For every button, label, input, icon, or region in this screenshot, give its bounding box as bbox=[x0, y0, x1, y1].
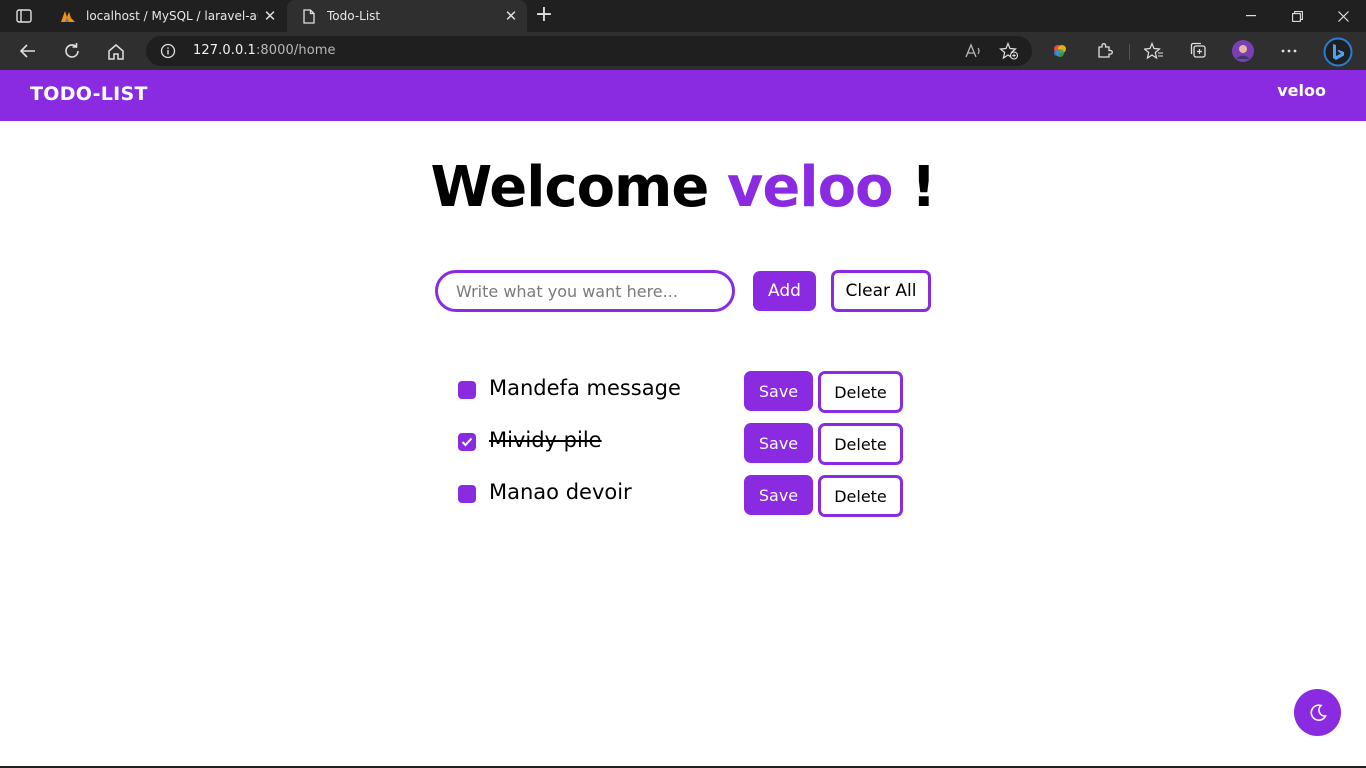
app-header: TODO-LIST veloo bbox=[0, 70, 1366, 121]
restore-icon[interactable] bbox=[1274, 0, 1320, 32]
brand-logo[interactable]: TODO-LIST bbox=[30, 83, 148, 105]
refresh-icon[interactable] bbox=[57, 37, 87, 65]
todo-input[interactable] bbox=[435, 270, 735, 312]
welcome-username: veloo bbox=[726, 155, 894, 220]
todo-text[interactable]: Mandefa message bbox=[489, 376, 681, 400]
todo-checkbox-checked[interactable] bbox=[458, 433, 476, 451]
tab-title: localhost / MySQL / laravel-auth bbox=[86, 9, 258, 23]
welcome-prefix: Welcome bbox=[430, 155, 709, 220]
user-name[interactable]: veloo bbox=[1277, 81, 1326, 100]
clear-all-button[interactable]: Clear All bbox=[831, 270, 931, 312]
close-window-icon[interactable] bbox=[1320, 0, 1366, 32]
tab-todo-list[interactable]: Todo-List ✕ bbox=[287, 0, 527, 32]
collections-icon[interactable] bbox=[1187, 40, 1209, 62]
todo-checkbox[interactable] bbox=[458, 485, 476, 503]
save-button[interactable]: Save bbox=[744, 423, 813, 463]
todo-item: Mividy pile Save Delete bbox=[458, 421, 908, 465]
save-button[interactable]: Save bbox=[744, 475, 813, 515]
todo-text[interactable]: Manao devoir bbox=[489, 480, 632, 504]
add-favorite-icon[interactable] bbox=[999, 42, 1019, 60]
new-tab-icon[interactable]: + bbox=[532, 4, 556, 28]
welcome-suffix: ! bbox=[911, 155, 937, 220]
todo-item: Mandefa message Save Delete bbox=[458, 369, 908, 413]
extensions-icon[interactable] bbox=[1094, 40, 1116, 62]
toolbar-separator bbox=[1129, 44, 1130, 60]
tab-title: Todo-List bbox=[327, 9, 381, 23]
add-button[interactable]: Add bbox=[753, 271, 816, 311]
welcome-heading: Welcome veloo ! bbox=[0, 155, 1366, 220]
close-tab-icon[interactable]: ✕ bbox=[258, 4, 282, 28]
home-icon[interactable] bbox=[101, 37, 131, 65]
bing-copilot-icon[interactable] bbox=[1322, 36, 1354, 68]
extension-colorful-icon[interactable] bbox=[1049, 40, 1071, 62]
tab-actions-icon[interactable] bbox=[10, 5, 38, 27]
back-icon[interactable] bbox=[13, 37, 43, 65]
phpmyadmin-icon bbox=[60, 8, 76, 24]
moon-icon bbox=[1309, 703, 1327, 721]
delete-button[interactable]: Delete bbox=[818, 423, 903, 465]
todo-text[interactable]: Mividy pile bbox=[489, 428, 602, 452]
todo-checkbox[interactable] bbox=[458, 381, 476, 399]
page-icon bbox=[301, 8, 317, 24]
profile-avatar-icon[interactable] bbox=[1232, 40, 1254, 62]
address-bar-row: 127.0.0.1:8000/home bbox=[0, 32, 1366, 70]
todo-item: Manao devoir Save Delete bbox=[458, 473, 908, 517]
delete-button[interactable]: Delete bbox=[818, 371, 903, 413]
delete-button[interactable]: Delete bbox=[818, 475, 903, 517]
close-tab-icon[interactable]: ✕ bbox=[499, 4, 523, 28]
read-aloud-icon[interactable] bbox=[964, 42, 984, 60]
more-options-icon[interactable] bbox=[1278, 40, 1300, 62]
tab-phpmyadmin[interactable]: localhost / MySQL / laravel-auth ✕ bbox=[46, 0, 286, 32]
favorites-icon[interactable] bbox=[1143, 40, 1165, 62]
site-info-icon[interactable] bbox=[160, 43, 176, 63]
checkmark-icon bbox=[461, 437, 473, 447]
address-bar[interactable]: 127.0.0.1:8000/home bbox=[146, 36, 1032, 66]
theme-toggle-button[interactable] bbox=[1294, 689, 1341, 736]
browser-tab-bar: localhost / MySQL / laravel-auth ✕ Todo-… bbox=[0, 0, 1366, 32]
save-button[interactable]: Save bbox=[744, 371, 813, 411]
url-text: 127.0.0.1:8000/home bbox=[193, 43, 336, 58]
minimize-icon[interactable] bbox=[1228, 0, 1274, 32]
